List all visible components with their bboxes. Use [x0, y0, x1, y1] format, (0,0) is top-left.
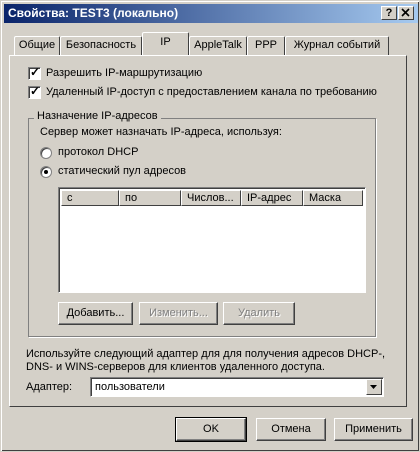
static-pool-radio[interactable] [40, 166, 52, 178]
column-header-mask[interactable]: Маска [303, 190, 363, 206]
column-header-to[interactable]: по [119, 190, 181, 206]
check-icon: ✓ [30, 65, 41, 79]
close-icon [401, 8, 410, 17]
title-bar[interactable]: Свойства: TEST3 (локально) ? [4, 4, 418, 23]
edit-button[interactable]: Изменить... [139, 302, 218, 325]
remote-access-checkbox[interactable]: ✓ [28, 84, 41, 99]
address-pool-table[interactable]: с по Числов... IP-адрес Маска [58, 187, 366, 293]
column-header-from[interactable]: с [61, 190, 119, 206]
help-button[interactable]: ? [381, 6, 397, 20]
remote-access-label[interactable]: Удаленный IP-доступ с предоставлением ка… [46, 86, 377, 98]
window-title: Свойства: TEST3 (локально) [8, 6, 179, 20]
dhcp-radio[interactable] [40, 147, 52, 159]
add-button[interactable]: Добавить... [58, 302, 133, 325]
cancel-button[interactable]: Отмена [256, 418, 326, 441]
ip-assignment-description: Сервер может назначать IP-адреса, исполь… [40, 126, 282, 138]
adapter-label: Адаптер: [26, 381, 73, 393]
tab-ppp[interactable]: PPP [247, 36, 285, 55]
adapter-info-line-2: DNS- и WINS-серверов для клиентов удален… [26, 361, 325, 373]
radio-selected-dot [44, 170, 48, 174]
dialog-window: Свойства: TEST3 (локально) ? Общие Безоп… [0, 0, 420, 452]
adapter-dropdown-button[interactable] [366, 379, 382, 395]
tab-security[interactable]: Безопасность [60, 36, 142, 55]
enable-routing-checkbox[interactable]: ✓ [28, 65, 41, 80]
static-pool-label[interactable]: статический пул адресов [58, 165, 186, 177]
column-header-count[interactable]: Числов... [181, 190, 241, 206]
adapter-select[interactable]: пользователи [90, 377, 384, 397]
adapter-info-line-1: Используйте следующий адаптер для для по… [26, 348, 386, 360]
tab-appletalk[interactable]: AppleTalk [189, 36, 247, 55]
close-button[interactable] [398, 6, 414, 20]
delete-button[interactable]: Удалить [223, 302, 295, 325]
tab-ip[interactable]: IP [142, 32, 189, 55]
tab-event-log[interactable]: Журнал событий [285, 36, 389, 55]
enable-routing-label[interactable]: Разрешить IP-маршрутизацию [46, 67, 202, 79]
ip-assignment-group-title: Назначение IP-адресов [34, 110, 161, 122]
ok-button[interactable]: OK [175, 417, 247, 442]
column-header-ip-address[interactable]: IP-адрес [241, 190, 303, 206]
adapter-selected-value: пользователи [95, 381, 165, 393]
dhcp-label[interactable]: протокол DHCP [58, 146, 138, 158]
check-icon: ✓ [30, 84, 41, 98]
chevron-down-icon [370, 385, 377, 389]
apply-button[interactable]: Применить [334, 418, 413, 441]
tab-general[interactable]: Общие [14, 36, 60, 55]
